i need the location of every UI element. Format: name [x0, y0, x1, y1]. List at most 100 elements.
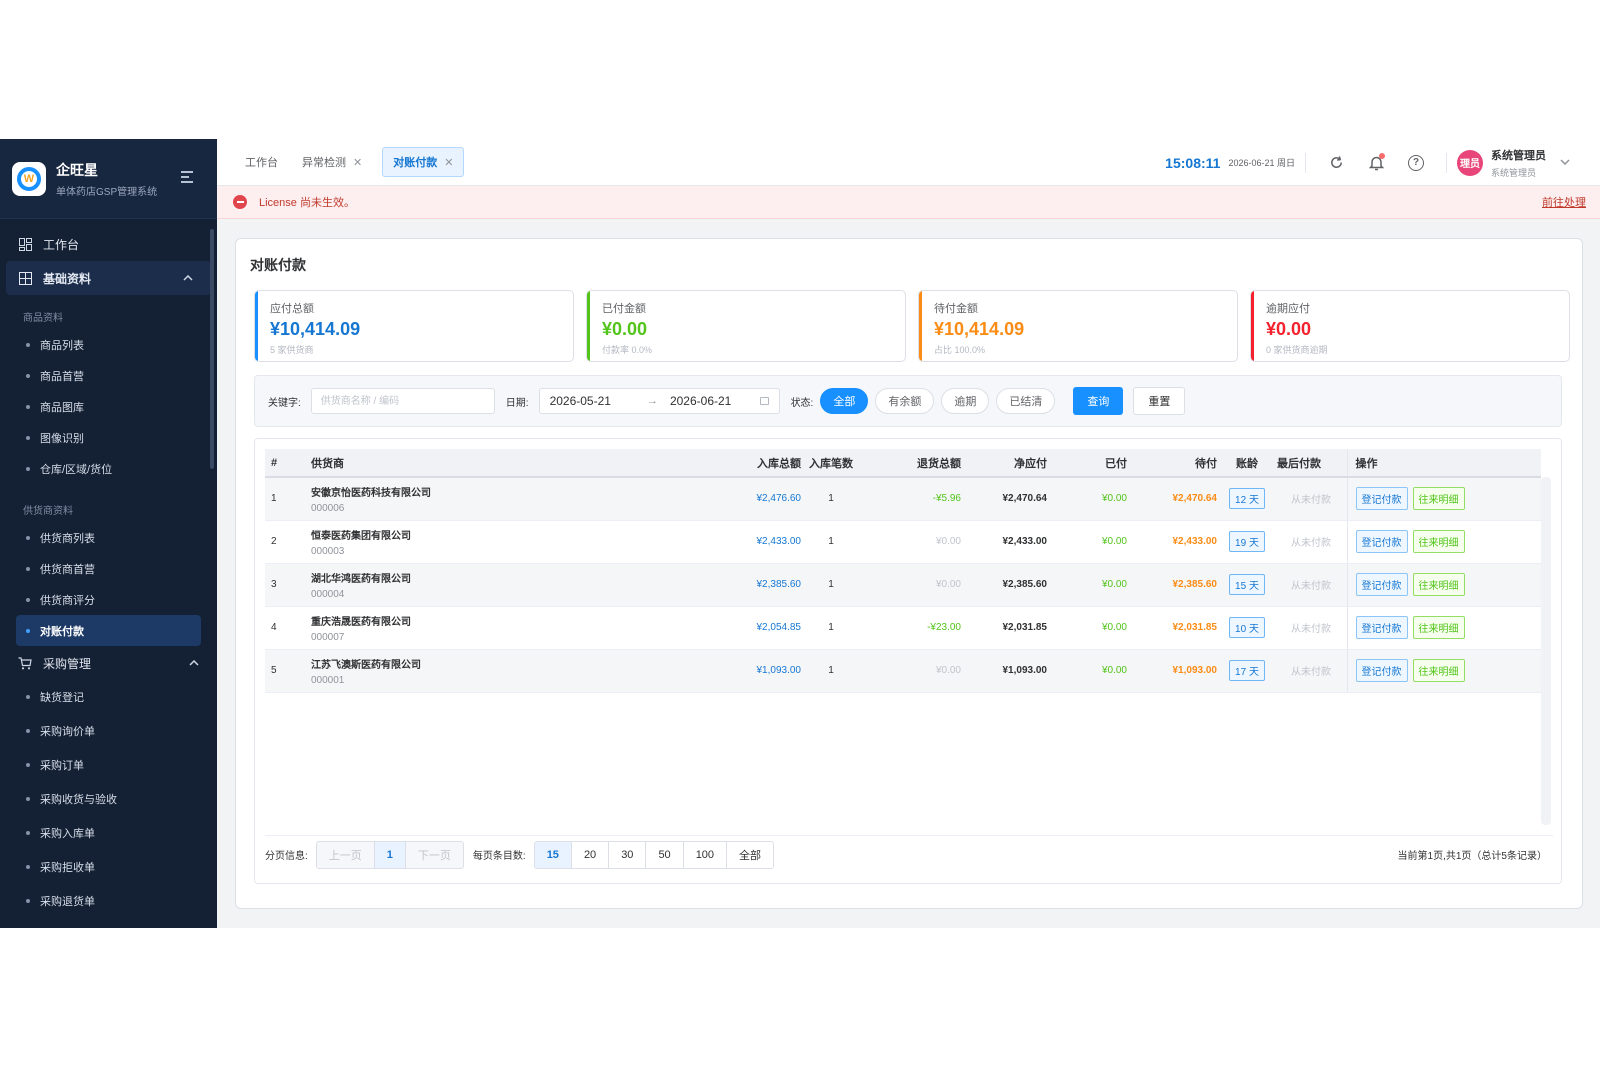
cell-age: 15 天	[1217, 563, 1277, 607]
sidebar-item-warehouse[interactable]: 仓库/区域/货位	[0, 453, 217, 484]
sidebar-item-product-gallery[interactable]: 商品图库	[0, 391, 217, 422]
transaction-detail-button[interactable]: 往来明细	[1412, 616, 1465, 639]
register-payment-button[interactable]: 登记付款	[1355, 530, 1408, 553]
cell-index: 2	[265, 520, 311, 564]
refresh-icon[interactable]	[1316, 139, 1356, 186]
sidebar-group-purchase[interactable]: 采购管理	[0, 646, 217, 680]
keyword-input[interactable]	[310, 388, 495, 414]
sidebar-item-supplier-list[interactable]: 供货商列表	[0, 522, 217, 553]
transaction-detail-button[interactable]: 往来明细	[1412, 573, 1465, 596]
sidebar-item-receiving[interactable]: 采购收货与验收	[0, 782, 217, 816]
stat-label: 待付金额	[934, 303, 978, 315]
close-icon[interactable]: ✕	[353, 156, 362, 169]
status-filter-all[interactable]: 全部	[820, 388, 869, 414]
register-payment-button[interactable]: 登记付款	[1355, 573, 1408, 596]
page-size-label: 每页条目数:	[472, 851, 526, 862]
page-size-option[interactable]: 30	[609, 841, 647, 868]
cell-index: 5	[265, 649, 311, 693]
page-size-option[interactable]: 50	[646, 841, 684, 868]
sidebar-scrollbar[interactable]	[210, 229, 214, 469]
cell-last-payment: 从未付款	[1277, 563, 1347, 607]
main-area: 工作台 异常检测 ✕ 对账付款 ✕ 15:08:11 2026-06-21 周日 ?…	[217, 139, 1600, 928]
top-bar: 工作台 异常检测 ✕ 对账付款 ✕ 15:08:11 2026-06-21 周日 ?…	[217, 139, 1600, 186]
bell-icon[interactable]	[1356, 139, 1396, 186]
transaction-detail-button[interactable]: 往来明细	[1412, 487, 1465, 511]
bullet-icon	[26, 628, 30, 633]
page-size-option[interactable]: 15	[534, 841, 572, 868]
transaction-detail-button[interactable]: 往来明细	[1412, 659, 1465, 682]
sidebar-item-reconciliation[interactable]: 对账付款	[16, 615, 201, 646]
cell-supplier: 重庆浩晟医药有限公司 000007	[311, 606, 691, 650]
stat-card-pending: 待付金额 ¥10,414.09 占比 100.0%	[918, 290, 1238, 362]
page-number-button[interactable]: 1	[374, 841, 406, 868]
status-filter-balance[interactable]: 有余额	[875, 388, 935, 414]
register-payment-button[interactable]: 登记付款	[1355, 659, 1408, 682]
sidebar-section-title: 供货商资料	[23, 505, 73, 517]
next-page-button[interactable]: 下一页	[405, 841, 463, 868]
sidebar-item-supplier-rating[interactable]: 供货商评分	[0, 584, 217, 615]
cell-in-count: 1	[801, 563, 861, 607]
cell-return-total: ¥0.00	[861, 520, 961, 564]
bullet-icon	[26, 831, 30, 835]
stat-value: ¥0.00	[1266, 319, 1312, 339]
cell-paid: ¥0.00	[1047, 563, 1127, 607]
page-size-option[interactable]: 100	[683, 841, 728, 868]
date-from: 2026-05-21	[549, 394, 611, 408]
sidebar-item-rejection[interactable]: 采购拒收单	[0, 850, 217, 884]
sidebar-item-shortage[interactable]: 缺货登记	[0, 680, 217, 714]
tab-reconciliation[interactable]: 对账付款 ✕	[382, 147, 465, 177]
cell-in-count: 1	[801, 520, 861, 564]
tab-dashboard[interactable]: 工作台	[245, 154, 278, 170]
alert-action-link[interactable]: 前往处理	[1542, 194, 1586, 210]
register-payment-button[interactable]: 登记付款	[1355, 487, 1408, 511]
sidebar-item-inquiry[interactable]: 采购询价单	[0, 714, 217, 748]
sidebar-item-supplier-first[interactable]: 供货商首营	[0, 553, 217, 584]
chevron-up-icon	[183, 273, 193, 284]
sidebar-item-return[interactable]: 采购退货单	[0, 884, 217, 918]
transaction-detail-button[interactable]: 往来明细	[1412, 530, 1465, 553]
tab-label: 工作台	[245, 157, 278, 169]
prev-page-button[interactable]: 上一页	[316, 841, 375, 868]
date-range-picker[interactable]: 2026-05-21 → 2026-06-21	[538, 388, 780, 414]
user-menu[interactable]: 理员 系统管理员 系统管理员	[1457, 147, 1570, 179]
bullet-icon	[26, 695, 30, 699]
sidebar-item-label: 供货商列表	[40, 532, 95, 545]
cell-net-payable: ¥2,031.85	[961, 606, 1047, 650]
sidebar-item-dashboard[interactable]: 工作台	[0, 227, 217, 261]
sidebar-item-image-recognition[interactable]: 图像识别	[0, 422, 217, 453]
sidebar-group-basic-data[interactable]: 基础资料	[6, 261, 211, 295]
col-header-in-total: 入库总额	[691, 449, 801, 478]
menu-collapse-icon[interactable]	[181, 171, 197, 185]
status-filter-overdue[interactable]: 逾期	[941, 388, 990, 414]
table-row: 1 安徽京怡医药科技有限公司 000006 ¥2,476.60 1 -¥5.96 …	[265, 477, 1541, 521]
bullet-icon	[26, 342, 30, 347]
sidebar-item-product-first[interactable]: 商品首营	[0, 360, 217, 391]
tab-anomaly[interactable]: 异常检测 ✕	[302, 154, 362, 170]
chevron-down-icon	[1560, 157, 1570, 168]
stat-sub: 付款率 0.0%	[602, 345, 653, 355]
query-button[interactable]: 查询	[1073, 387, 1124, 415]
cell-return-total: -¥5.96	[861, 477, 961, 521]
cell-pending: ¥2,433.00	[1127, 520, 1217, 564]
stat-sub: 5 家供货商	[270, 345, 314, 355]
cell-net-payable: ¥2,385.60	[961, 563, 1047, 607]
bullet-icon	[26, 865, 30, 869]
cell-supplier: 湖北华鸿医药有限公司 000004	[311, 563, 691, 607]
cell-last-payment: 从未付款	[1277, 477, 1347, 521]
table-scrollbar[interactable]	[1541, 477, 1551, 825]
cell-age: 19 天	[1217, 520, 1277, 564]
register-payment-button[interactable]: 登记付款	[1355, 616, 1408, 639]
sidebar-item-product-list[interactable]: 商品列表	[0, 329, 217, 360]
page-size-option[interactable]: 20	[571, 841, 610, 868]
close-icon[interactable]: ✕	[444, 156, 453, 169]
help-icon[interactable]: ?	[1396, 139, 1436, 186]
sidebar-item-stock-in[interactable]: 采购入库单	[0, 816, 217, 850]
bullet-icon	[26, 797, 30, 801]
col-header-last-payment: 最后付款	[1277, 449, 1347, 478]
license-alert: License 尚未生效。 前往处理	[217, 186, 1600, 219]
sidebar-item-purchase-order[interactable]: 采购订单	[0, 748, 217, 782]
reset-button[interactable]: 重置	[1133, 387, 1186, 415]
page-size-option[interactable]: 全部	[727, 841, 774, 868]
brand-name: 企旺星	[56, 161, 98, 178]
status-filter-settled[interactable]: 已结清	[996, 388, 1056, 414]
